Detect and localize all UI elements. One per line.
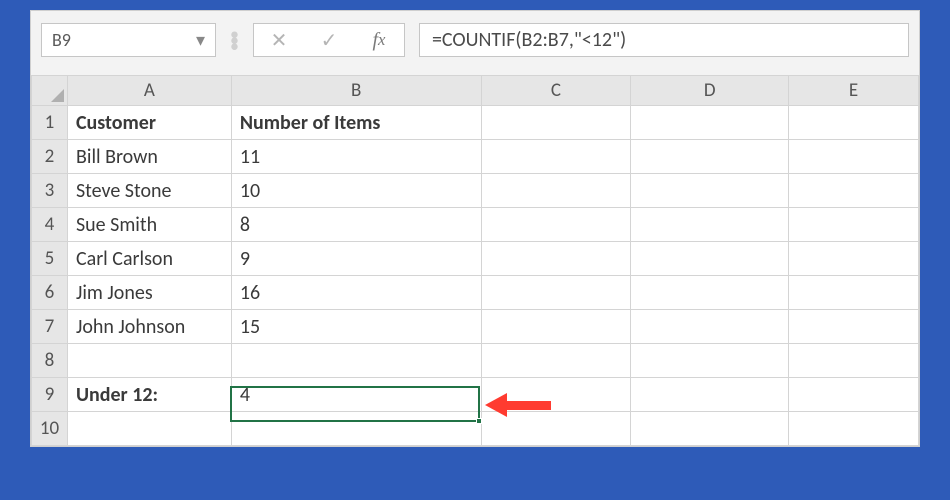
col-header-D[interactable]: D [631, 76, 789, 106]
cell-C1[interactable] [481, 106, 631, 140]
cell-C4[interactable] [481, 208, 631, 242]
cell-D9[interactable] [631, 378, 789, 412]
cell-B8[interactable] [231, 344, 481, 378]
cell-D5[interactable] [631, 242, 789, 276]
divider-icon: ••• [230, 31, 239, 49]
cell-A2[interactable]: Bill Brown [67, 140, 231, 174]
cell-A10[interactable] [67, 412, 231, 446]
cell-B7[interactable]: 15 [231, 310, 481, 344]
row-header-3[interactable]: 3 [32, 174, 68, 208]
cell-B9[interactable]: 4 [231, 378, 481, 412]
cancel-icon[interactable]: ✕ [254, 24, 304, 56]
confirm-icon[interactable]: ✓ [304, 24, 354, 56]
cell-D1[interactable] [631, 106, 789, 140]
formula-input[interactable]: =COUNTIF(B2:B7,"<12") [419, 23, 909, 57]
fx-icon[interactable]: fx [354, 24, 404, 56]
cell-E6[interactable] [789, 276, 919, 310]
cell-C3[interactable] [481, 174, 631, 208]
formula-text: =COUNTIF(B2:B7,"<12") [432, 28, 626, 52]
cell-B5[interactable]: 9 [231, 242, 481, 276]
cell-A7[interactable]: John Johnson [67, 310, 231, 344]
cell-B10[interactable] [231, 412, 481, 446]
cell-D4[interactable] [631, 208, 789, 242]
cell-A9[interactable]: Under 12: [67, 378, 231, 412]
cell-C2[interactable] [481, 140, 631, 174]
table-row: 1 Customer Number of Items [32, 106, 919, 140]
cell-B1[interactable]: Number of Items [231, 106, 481, 140]
cell-D6[interactable] [631, 276, 789, 310]
cell-E4[interactable] [789, 208, 919, 242]
cell-A5[interactable]: Carl Carlson [67, 242, 231, 276]
cell-D10[interactable] [631, 412, 789, 446]
row-header-7[interactable]: 7 [32, 310, 68, 344]
cell-C5[interactable] [481, 242, 631, 276]
cell-A8[interactable] [67, 344, 231, 378]
cell-B6[interactable]: 16 [231, 276, 481, 310]
col-header-A[interactable]: A [67, 76, 231, 106]
cell-E1[interactable] [789, 106, 919, 140]
cell-A1[interactable]: Customer [67, 106, 231, 140]
table-row: 9 Under 12: 4 [32, 378, 919, 412]
row-header-1[interactable]: 1 [32, 106, 68, 140]
table-row: 3 Steve Stone 10 [32, 174, 919, 208]
cell-C6[interactable] [481, 276, 631, 310]
cell-A3[interactable]: Steve Stone [67, 174, 231, 208]
row-header-10[interactable]: 10 [32, 412, 68, 446]
table-row: 10 [32, 412, 919, 446]
cell-E7[interactable] [789, 310, 919, 344]
cell-D8[interactable] [631, 344, 789, 378]
cell-E3[interactable] [789, 174, 919, 208]
cell-B3[interactable]: 10 [231, 174, 481, 208]
cell-D2[interactable] [631, 140, 789, 174]
name-box[interactable]: B9 ▾ [41, 23, 216, 57]
select-all-corner[interactable] [32, 76, 68, 106]
row-header-2[interactable]: 2 [32, 140, 68, 174]
formula-bar: B9 ▾ ••• ✕ ✓ fx =COUNTIF(B2:B7,"<12") [31, 11, 919, 75]
cell-A6[interactable]: Jim Jones [67, 276, 231, 310]
row-header-5[interactable]: 5 [32, 242, 68, 276]
row-header-9[interactable]: 9 [32, 378, 68, 412]
cell-D3[interactable] [631, 174, 789, 208]
table-row: 8 [32, 344, 919, 378]
table-row: 2 Bill Brown 11 [32, 140, 919, 174]
arrow-indicator-icon [485, 393, 551, 417]
cell-E2[interactable] [789, 140, 919, 174]
cell-C8[interactable] [481, 344, 631, 378]
cell-C7[interactable] [481, 310, 631, 344]
table-row: 5 Carl Carlson 9 [32, 242, 919, 276]
cell-E8[interactable] [789, 344, 919, 378]
row-header-6[interactable]: 6 [32, 276, 68, 310]
col-header-B[interactable]: B [231, 76, 481, 106]
row-header-8[interactable]: 8 [32, 344, 68, 378]
chevron-down-icon[interactable]: ▾ [196, 29, 205, 51]
excel-window: B9 ▾ ••• ✕ ✓ fx =COUNTIF(B2:B7,"<12") A … [30, 10, 920, 447]
col-header-C[interactable]: C [481, 76, 631, 106]
table-row: 7 John Johnson 15 [32, 310, 919, 344]
cell-E9[interactable] [789, 378, 919, 412]
formula-toolbar: ✕ ✓ fx [253, 23, 405, 57]
col-header-E[interactable]: E [789, 76, 919, 106]
cell-B2[interactable]: 11 [231, 140, 481, 174]
cell-E10[interactable] [789, 412, 919, 446]
row-header-4[interactable]: 4 [32, 208, 68, 242]
cell-D7[interactable] [631, 310, 789, 344]
cell-E5[interactable] [789, 242, 919, 276]
table-row: 4 Sue Smith 8 [32, 208, 919, 242]
spreadsheet-grid[interactable]: A B C D E 1 Customer Number of Items 2 B… [31, 75, 919, 446]
name-box-value: B9 [52, 29, 71, 51]
cell-A4[interactable]: Sue Smith [67, 208, 231, 242]
cell-B4[interactable]: 8 [231, 208, 481, 242]
table-row: 6 Jim Jones 16 [32, 276, 919, 310]
